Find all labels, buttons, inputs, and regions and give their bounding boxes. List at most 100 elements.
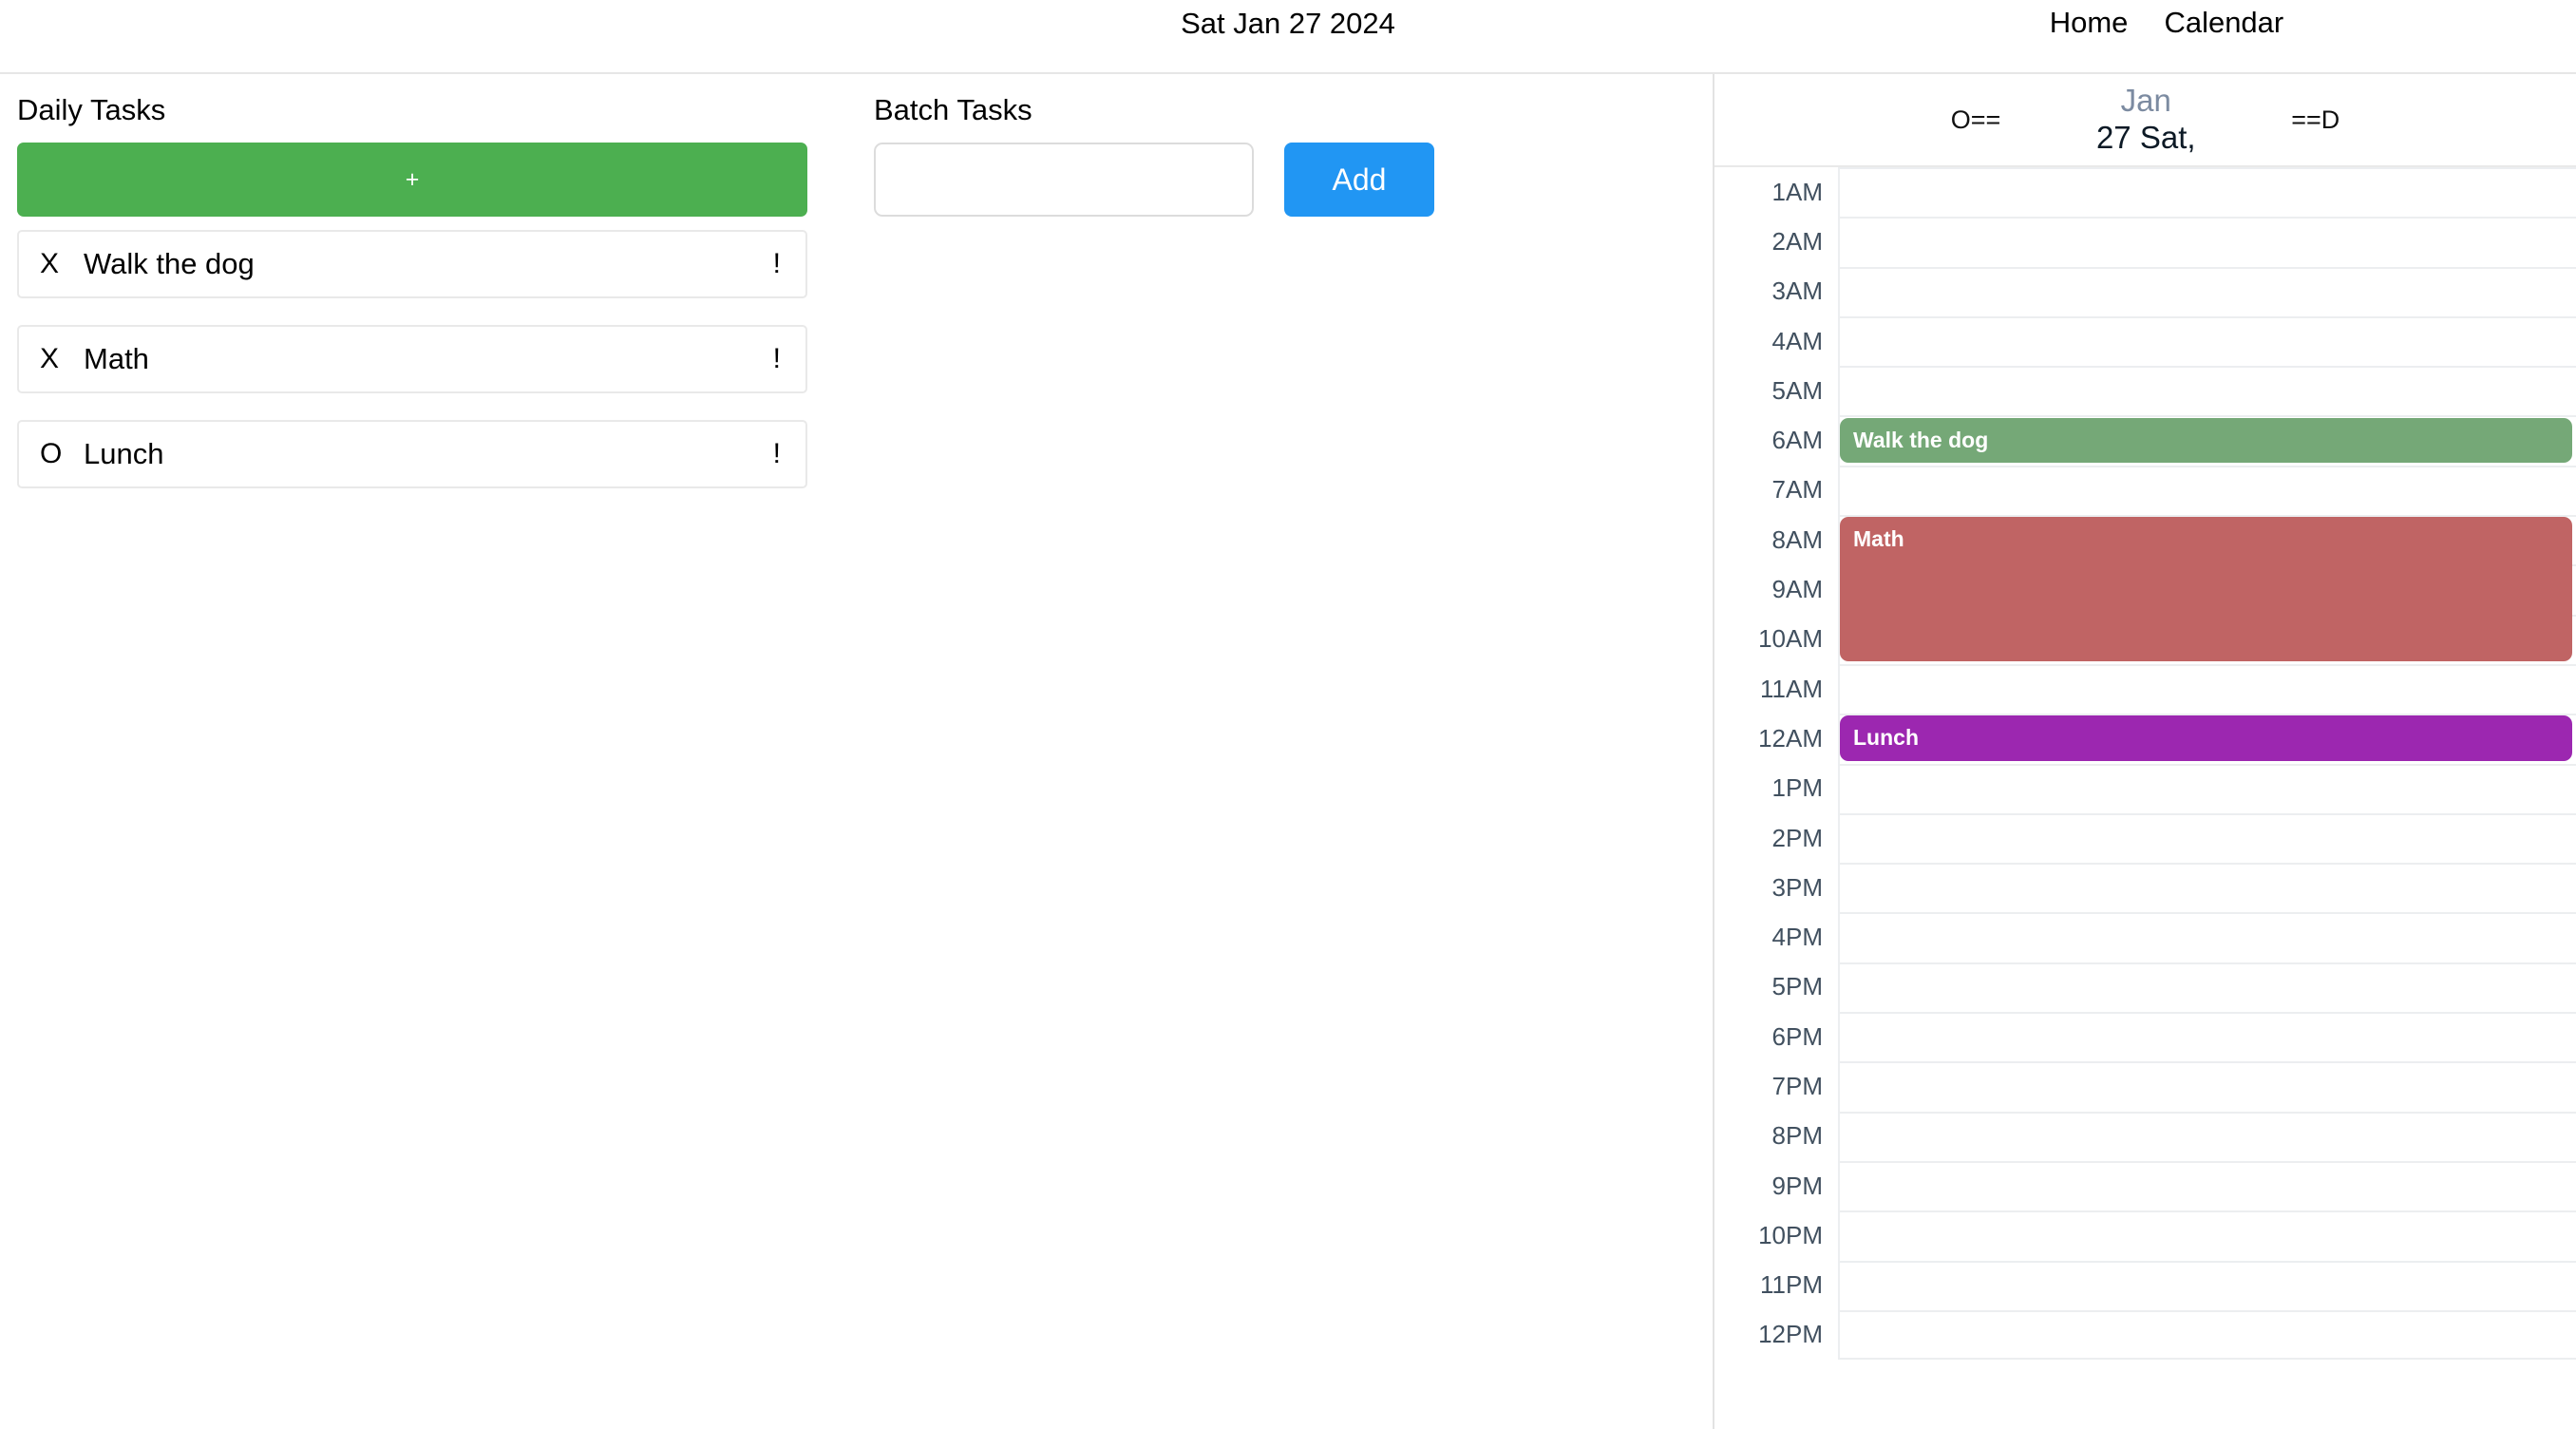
calendar-month-label: Jan: [2120, 83, 2171, 118]
calendar-hour-row: 11AM: [1714, 663, 2576, 714]
calendar-hour-row: 2AM: [1714, 217, 2576, 267]
calendar-hour-slot[interactable]: [1838, 266, 2576, 316]
calendar-hour-label: 5PM: [1714, 962, 1838, 1013]
calendar-hour-slot[interactable]: [1838, 1309, 2576, 1361]
batch-input-row: Add: [874, 143, 1463, 217]
calendar-prev-icon[interactable]: O==: [1945, 105, 2007, 136]
calendar-hour-label: 8AM: [1714, 515, 1838, 565]
calendar-pane: O== Jan 27 Sat, ==D 1AM 2AM 3AM 4AM 5AM 6AM 7A…: [1713, 74, 2576, 1429]
calendar-hour-row: 5PM: [1714, 962, 2576, 1013]
calendar-hour-label: 9PM: [1714, 1160, 1838, 1211]
calendar-hour-row: 4PM: [1714, 912, 2576, 962]
batch-tasks-section: Batch Tasks Add: [874, 93, 1463, 217]
task-row[interactable]: O Lunch!: [17, 420, 807, 488]
calendar-hour-slot[interactable]: [1838, 1210, 2576, 1261]
calendar-hour-slot[interactable]: [1838, 863, 2576, 913]
calendar-hour-label: 2PM: [1714, 812, 1838, 864]
calendar-hour-label: 12AM: [1714, 714, 1838, 764]
calendar-hour-row: 8PM: [1714, 1111, 2576, 1161]
tasks-pane: Daily Tasks + X Walk the dog! X Math! O Lunch…: [0, 74, 1713, 1429]
calendar-hour-label: 4AM: [1714, 315, 1838, 367]
calendar-hour-slot[interactable]: [1838, 812, 2576, 864]
calendar-hour-label: 12PM: [1714, 1309, 1838, 1361]
calendar-hour-slot[interactable]: [1838, 366, 2576, 416]
calendar-hour-label: 7AM: [1714, 465, 1838, 516]
calendar-hour-row: 7PM: [1714, 1061, 2576, 1112]
calendar-hour-label: 8PM: [1714, 1111, 1838, 1161]
nav-link-calendar[interactable]: Calendar: [2164, 6, 2283, 40]
task-row[interactable]: X Walk the dog!: [17, 230, 807, 298]
calendar-day-label: 27 Sat,: [2095, 120, 2196, 155]
calendar-hour-label: 3AM: [1714, 266, 1838, 316]
batch-add-button[interactable]: Add: [1284, 143, 1434, 217]
calendar-event-block[interactable]: Walk the dog: [1840, 417, 2572, 463]
calendar-event-block[interactable]: Lunch: [1840, 715, 2572, 761]
task-row[interactable]: X Math!: [17, 325, 807, 393]
calendar-hour-row: 11PM: [1714, 1260, 2576, 1310]
calendar-next-icon[interactable]: ==D: [2285, 105, 2345, 136]
calendar-hour-label: 5AM: [1714, 366, 1838, 416]
calendar-hour-slot[interactable]: [1838, 663, 2576, 714]
add-daily-task-button[interactable]: +: [17, 143, 807, 217]
calendar-title: Jan 27 Sat,: [2074, 83, 2217, 157]
main-content: Daily Tasks + X Walk the dog! X Math! O Lunch…: [0, 74, 2576, 1429]
calendar-hour-row: 10PM: [1714, 1210, 2576, 1261]
calendar-hour-label: 11PM: [1714, 1260, 1838, 1310]
calendar-hours-container: 1AM 2AM 3AM 4AM 5AM 6AM 7AM 8AM 9AM 10AM 11AM 12AM 1…: [1714, 167, 2576, 1361]
calendar-hour-slot[interactable]: [1838, 167, 2576, 218]
calendar-hour-row: 5AM: [1714, 366, 2576, 416]
daily-tasks-heading: Daily Tasks: [17, 93, 166, 126]
calendar-header: O== Jan 27 Sat, ==D: [1714, 74, 2576, 167]
calendar-hour-label: 11AM: [1714, 663, 1838, 714]
calendar-hour-label: 1PM: [1714, 763, 1838, 813]
task-status-toggle[interactable]: X: [40, 248, 84, 280]
calendar-hour-label: 7PM: [1714, 1061, 1838, 1112]
batch-tasks-heading: Batch Tasks: [874, 93, 1032, 126]
calendar-hour-label: 10PM: [1714, 1210, 1838, 1261]
calendar-hour-label: 9AM: [1714, 564, 1838, 615]
calendar-hour-slot[interactable]: [1838, 962, 2576, 1013]
calendar-hour-label: 2AM: [1714, 217, 1838, 267]
task-label: Math: [84, 342, 149, 375]
calendar-hour-label: 3PM: [1714, 863, 1838, 913]
calendar-hour-slot[interactable]: [1838, 217, 2576, 267]
daily-task-list: X Walk the dog! X Math! O Lunch!: [17, 230, 807, 488]
top-bar: Sat Jan 27 2024 Home Calendar: [0, 0, 2576, 74]
batch-task-input[interactable]: [874, 143, 1254, 217]
calendar-hour-slot[interactable]: [1838, 1111, 2576, 1161]
task-priority-button[interactable]: !: [773, 248, 785, 280]
calendar-hour-slot[interactable]: [1838, 1012, 2576, 1062]
calendar-hour-row: 1AM: [1714, 167, 2576, 218]
calendar-hour-row: 9PM: [1714, 1160, 2576, 1211]
calendar-event-block[interactable]: Math: [1840, 517, 2572, 661]
calendar-hour-slot[interactable]: [1838, 912, 2576, 962]
calendar-hour-label: 1AM: [1714, 167, 1838, 218]
task-status-toggle[interactable]: X: [40, 343, 84, 375]
calendar-hour-row: 3PM: [1714, 863, 2576, 913]
calendar-hour-grid: 1AM 2AM 3AM 4AM 5AM 6AM 7AM 8AM 9AM 10AM 11AM 12AM 1…: [1714, 167, 2576, 1427]
calendar-hour-slot[interactable]: [1838, 1061, 2576, 1112]
calendar-hour-row: 4AM: [1714, 315, 2576, 367]
calendar-hour-label: 4PM: [1714, 912, 1838, 962]
nav-link-home[interactable]: Home: [2050, 6, 2129, 40]
calendar-hour-slot[interactable]: [1838, 1160, 2576, 1211]
calendar-hour-row: 6PM: [1714, 1012, 2576, 1062]
task-status-toggle[interactable]: O: [40, 438, 84, 470]
main-nav: Home Calendar: [1757, 6, 2576, 40]
task-label: Lunch: [84, 437, 164, 470]
calendar-hour-row: 3AM: [1714, 266, 2576, 316]
calendar-hour-row: 1PM: [1714, 763, 2576, 813]
calendar-hour-slot[interactable]: [1838, 315, 2576, 367]
calendar-hour-slot[interactable]: [1838, 1260, 2576, 1310]
calendar-hour-label: 6PM: [1714, 1012, 1838, 1062]
task-priority-button[interactable]: !: [773, 343, 785, 375]
calendar-hour-label: 10AM: [1714, 614, 1838, 664]
calendar-hour-slot[interactable]: [1838, 763, 2576, 813]
task-priority-button[interactable]: !: [773, 438, 785, 470]
calendar-hour-row: 7AM: [1714, 465, 2576, 516]
task-label: Walk the dog: [84, 247, 255, 280]
calendar-hour-row: 12PM: [1714, 1309, 2576, 1361]
daily-tasks-section: Daily Tasks + X Walk the dog! X Math! O Lunch…: [17, 93, 807, 515]
calendar-hour-slot[interactable]: [1838, 465, 2576, 516]
calendar-hour-row: 2PM: [1714, 812, 2576, 864]
